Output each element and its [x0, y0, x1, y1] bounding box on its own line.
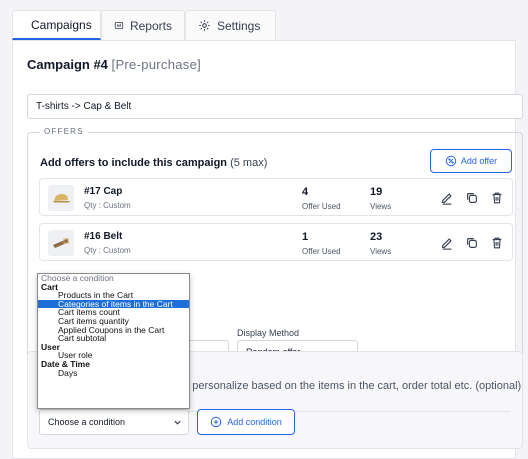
tab-settings[interactable]: Settings	[185, 10, 276, 40]
plus-circle-icon	[211, 416, 222, 428]
offer-used-label: Offer Used	[302, 247, 341, 256]
views-label: Views	[370, 202, 392, 211]
tab-bar: Campaigns Reports Settings	[12, 10, 516, 40]
offers-legend: OFFERS	[40, 127, 88, 136]
chevron-down-icon	[174, 420, 181, 425]
offer-qty: Qty : Custom	[84, 246, 131, 255]
add-condition-label: Add condition	[227, 417, 282, 427]
add-condition-button[interactable]: Add condition	[197, 409, 295, 435]
edit-icon[interactable]	[440, 191, 454, 205]
tab-campaigns[interactable]: Campaigns	[12, 10, 101, 40]
offer-used-count: 4	[302, 186, 309, 198]
offer-qty: Qty : Custom	[84, 201, 131, 210]
views-count: 23	[370, 231, 383, 243]
trash-icon[interactable]	[490, 191, 504, 205]
duplicate-icon[interactable]	[465, 236, 479, 250]
campaign-name-input[interactable]	[27, 94, 523, 119]
offer-row: #16 Belt Qty : Custom 1 Offer Used 23 Vi…	[39, 223, 513, 261]
add-offer-label: Add offer	[460, 156, 498, 166]
offer-name: #16 Belt	[84, 231, 123, 242]
offer-row: #17 Cap Qty : Custom 4 Offer Used 19 Vie…	[39, 178, 513, 216]
views-label: Views	[370, 247, 392, 256]
display-method-label: Display Method	[237, 328, 300, 338]
tab-label: Campaigns	[31, 17, 92, 32]
page-title: Campaign #4 [Pre-purchase]	[27, 57, 201, 72]
offer-name: #17 Cap	[84, 186, 123, 197]
conditions-description: to personalize based on the items in the…	[180, 380, 522, 392]
dropdown-option[interactable]: Days	[38, 368, 189, 378]
condition-select[interactable]: Choose a condition	[39, 409, 189, 435]
offers-heading: Add offers to include this campaign (5 m…	[40, 157, 267, 169]
tab-label: Reports	[129, 18, 172, 33]
campaign-type-tag: [Pre-purchase]	[111, 57, 202, 72]
gear-icon	[199, 20, 210, 31]
tab-label: Settings	[217, 18, 261, 33]
dropdown-placeholder[interactable]: Choose a condition	[38, 274, 189, 283]
add-offer-button[interactable]: Add offer	[430, 149, 512, 173]
offer-used-label: Offer Used	[302, 202, 341, 211]
tab-reports[interactable]: Reports	[101, 10, 185, 40]
views-count: 19	[370, 186, 383, 198]
condition-select-value: Choose a condition	[48, 417, 126, 427]
reports-icon	[114, 21, 124, 30]
offers-heading-note: (5 max)	[230, 157, 268, 169]
condition-dropdown-list[interactable]: Choose a condition Cart Products in the …	[37, 273, 190, 409]
percent-badge-icon	[445, 155, 457, 167]
edit-icon[interactable]	[440, 236, 454, 250]
offer-used-count: 1	[302, 231, 309, 243]
campaign-title-text: Campaign #4	[27, 57, 108, 72]
duplicate-icon[interactable]	[465, 191, 479, 205]
dropdown-option[interactable]: Cart subtotal	[38, 334, 189, 343]
trash-icon[interactable]	[490, 236, 504, 250]
product-thumbnail-cap	[48, 185, 74, 211]
product-thumbnail-belt	[48, 230, 74, 256]
offers-heading-text: Add offers to include this campaign	[40, 157, 228, 169]
